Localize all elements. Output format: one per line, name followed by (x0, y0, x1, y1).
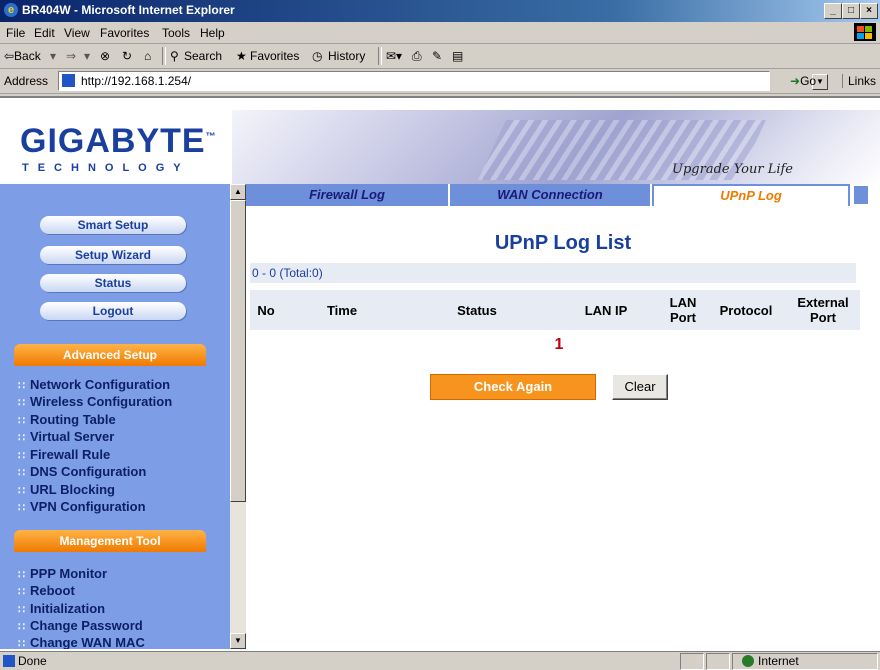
logout-button[interactable]: Logout (40, 302, 186, 320)
status-text: Done (18, 654, 47, 668)
log-tabs: Firewall Log WAN Connection UPnP Log (246, 184, 880, 206)
menu-bar: File Edit View Favorites Tools Help (0, 22, 880, 44)
column-lan-ip: LAN IP (584, 302, 628, 318)
nav-firewall-rule[interactable]: Firewall Rule (18, 447, 110, 462)
nav-vpn-configuration[interactable]: VPN Configuration (18, 499, 146, 514)
links-button[interactable]: Links (842, 74, 876, 88)
setup-wizard-button[interactable]: Setup Wizard (40, 246, 186, 264)
scroll-thumb[interactable] (230, 200, 246, 502)
mail-icon[interactable]: ✉▾ (386, 49, 402, 63)
discuss-icon[interactable]: ▤ (452, 49, 463, 63)
logo-brand: GIGABYTE™ (20, 122, 217, 160)
record-range: 0 - 0 (Total:0) (250, 263, 856, 283)
nav-initialization[interactable]: Initialization (18, 601, 105, 616)
tab-upnp-log[interactable]: UPnP Log (652, 184, 850, 206)
menu-file[interactable]: File (6, 26, 25, 40)
maximize-button[interactable]: □ (842, 3, 860, 19)
nav-network-configuration[interactable]: Network Configuration (18, 377, 170, 392)
go-label: Go (800, 74, 817, 88)
nav-change-wan-mac[interactable]: Change WAN MAC (18, 635, 145, 649)
advanced-setup-header: Advanced Setup (14, 344, 206, 366)
main-content: UPnP Log List 0 - 0 (Total:0) No Time St… (246, 206, 880, 649)
smart-setup-button[interactable]: Smart Setup (40, 216, 186, 234)
nav-url-blocking[interactable]: URL Blocking (18, 482, 115, 497)
minimize-button[interactable]: _ (824, 3, 842, 19)
forward-button[interactable]: ⇒ (66, 49, 76, 63)
ie-icon: e (4, 3, 18, 17)
check-again-button[interactable]: Check Again (430, 374, 596, 400)
table-header: No Time Status LAN IP LAN Port Protocol … (250, 290, 860, 330)
page-icon (62, 74, 75, 87)
back-dropdown-icon[interactable]: ▾ (50, 49, 56, 63)
nav-virtual-server[interactable]: Virtual Server (18, 429, 114, 444)
column-no: No (257, 302, 275, 318)
column-time: Time (326, 302, 358, 318)
clear-button[interactable]: Clear (612, 374, 668, 400)
tab-end-decoration (850, 184, 880, 206)
column-external-port: External Port (797, 295, 849, 325)
stop-icon[interactable]: ⊗ (100, 49, 110, 63)
nav-reboot[interactable]: Reboot (18, 583, 75, 598)
search-button[interactable]: Search (184, 49, 222, 63)
status-bar: Done Internet (0, 651, 880, 670)
column-status: Status (457, 302, 497, 318)
tab-firewall-log[interactable]: Firewall Log (246, 184, 450, 206)
search-icon: ⚲ (170, 49, 179, 63)
go-button[interactable]: ➜Go (790, 74, 816, 88)
nav-change-password[interactable]: Change Password (18, 618, 143, 633)
windows-logo-icon (854, 23, 876, 41)
nav-ppp-monitor[interactable]: PPP Monitor (18, 566, 107, 581)
tab-wan-connection[interactable]: WAN Connection (450, 184, 652, 206)
column-lan-port: LAN Port (669, 295, 697, 325)
menu-favorites[interactable]: Favorites (100, 26, 149, 40)
menu-view[interactable]: View (64, 26, 90, 40)
print-icon[interactable]: ⎙ (412, 49, 422, 64)
nav-scrollbar[interactable]: ▲ ▼ (230, 184, 246, 649)
logo-subtitle: TECHNOLOGY (22, 162, 190, 174)
close-button[interactable]: × (860, 3, 878, 19)
page-title: UPnP Log List (494, 232, 632, 254)
browser-toolbar: ⇦Back ▾ ⇒ ▾ ⊗ ↻ ⌂ ⚲ Search ★ Favorites ◷… (0, 44, 880, 69)
history-button[interactable]: History (328, 49, 365, 63)
nav-wireless-configuration[interactable]: Wireless Configuration (18, 394, 172, 409)
window-title: BR404W - Microsoft Internet Explorer (22, 3, 235, 17)
address-bar: Address http://192.168.1.254/ ▼ ➜Go Link… (0, 69, 880, 94)
scroll-down-icon[interactable]: ▼ (230, 633, 246, 649)
go-arrow-icon: ➜ (790, 74, 801, 88)
internet-zone-icon (742, 655, 754, 667)
window-titlebar: e BR404W - Microsoft Internet Explorer _… (0, 0, 880, 22)
management-tool-header: Management Tool (14, 530, 206, 552)
page-done-icon (3, 655, 15, 667)
security-zone: Internet (758, 654, 799, 668)
address-url: http://192.168.1.254/ (81, 74, 192, 88)
menu-help[interactable]: Help (200, 26, 225, 40)
nav-dns-configuration[interactable]: DNS Configuration (18, 464, 146, 479)
scroll-up-icon[interactable]: ▲ (230, 184, 246, 200)
history-icon: ◷ (312, 49, 323, 63)
address-field[interactable]: http://192.168.1.254/ ▼ (58, 71, 828, 91)
header-banner: Upgrade Your Life (232, 110, 880, 184)
left-navigation: Smart Setup Setup Wizard Status Logout A… (0, 184, 230, 649)
edit-icon[interactable]: ✎ (432, 49, 442, 63)
address-label: Address (4, 74, 49, 88)
forward-dropdown-icon[interactable]: ▾ (84, 49, 90, 63)
column-protocol: Protocol (719, 302, 773, 318)
page-number-link[interactable]: 1 (246, 336, 872, 354)
status-button[interactable]: Status (40, 274, 186, 292)
home-icon[interactable]: ⌂ (144, 49, 151, 63)
favorites-icon: ★ (236, 49, 247, 63)
favorites-button[interactable]: Favorites (250, 49, 299, 63)
gigabyte-logo: GIGABYTE™ TECHNOLOGY (0, 110, 232, 184)
nav-routing-table[interactable]: Routing Table (18, 412, 116, 427)
menu-tools[interactable]: Tools (162, 26, 190, 40)
banner-slogan: Upgrade Your Life (672, 162, 794, 177)
back-button[interactable]: ⇦Back (4, 49, 41, 63)
menu-edit[interactable]: Edit (34, 26, 55, 40)
refresh-icon[interactable]: ↻ (122, 49, 132, 63)
